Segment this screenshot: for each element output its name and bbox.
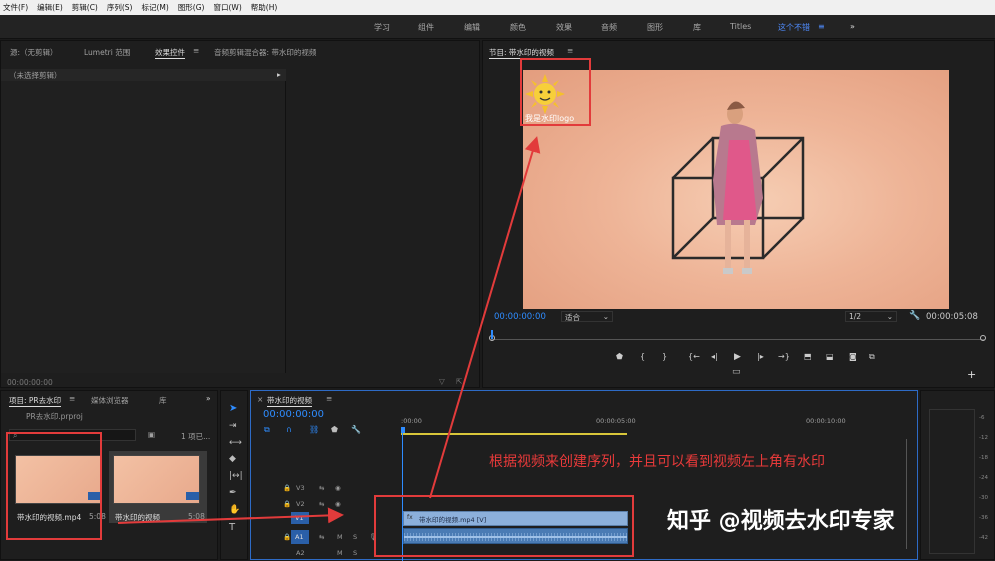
- annotation-arrows: [117, 136, 541, 524]
- annotation-text: 根据视频来创建序列，并且可以看到视频左上角有水印: [489, 454, 825, 470]
- zhihu-signature: 知乎 @视频去水印专家: [667, 509, 895, 534]
